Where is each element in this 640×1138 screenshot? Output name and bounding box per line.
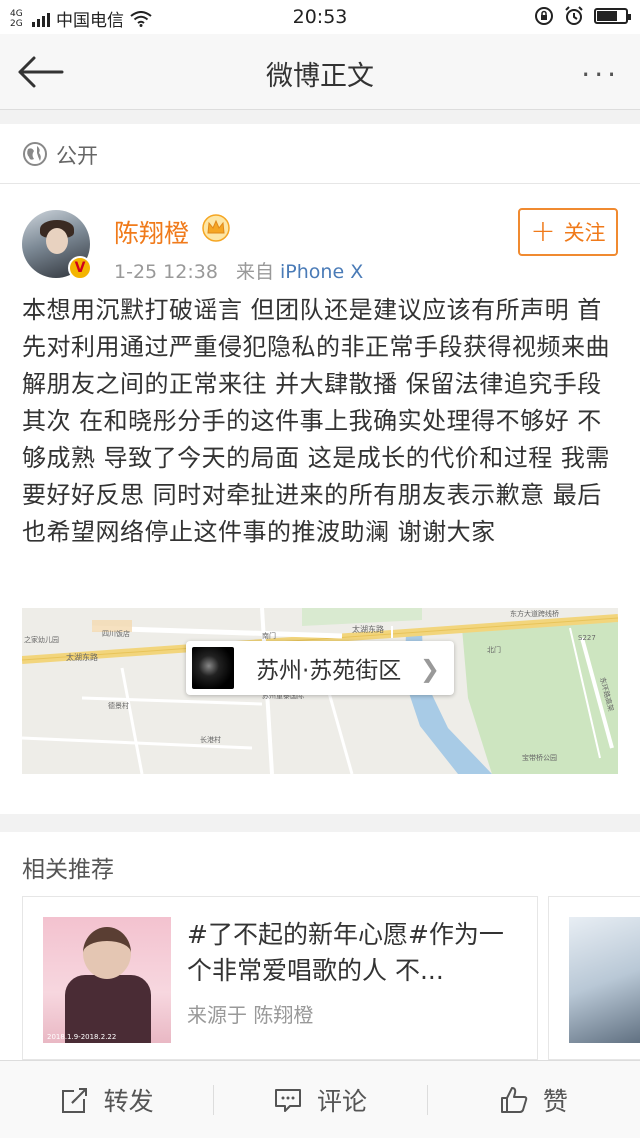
chevron-right-icon: ❯ <box>419 655 440 683</box>
map-label: 德景村 <box>108 701 129 710</box>
map-label: 之家幼儿园 <box>24 635 59 644</box>
location-map[interactable]: 之家幼儿园 四川饭店 太湖东路 太湖东路 东方大道跨线桥 南门 北门 S227 … <box>22 608 618 774</box>
map-park <box>302 608 422 626</box>
like-button[interactable]: 赞 <box>426 1061 640 1138</box>
thumbnail-date: 2018.1.9-2018.2.22 <box>47 1033 117 1041</box>
recommend-thumbnail <box>569 917 640 1043</box>
location-name: 苏州·苏苑街区 <box>256 658 402 684</box>
follow-button[interactable]: + 关注 <box>518 208 618 256</box>
map-label: 宝带桥公园 <box>522 753 557 762</box>
post-meta: 1-25 12:38 来自 iPhone X <box>114 257 363 284</box>
verified-badge-icon: V <box>68 256 92 280</box>
recommend-card[interactable] <box>548 896 640 1060</box>
comment-button[interactable]: 评论 <box>213 1061 426 1138</box>
source-prefix: 来自 <box>235 261 274 283</box>
plus-icon: + <box>530 214 556 249</box>
location-thumbnail <box>192 647 234 689</box>
thumbs-up-icon <box>500 1086 528 1113</box>
comment-icon <box>274 1088 301 1112</box>
map-label: 北门 <box>487 645 501 654</box>
page-title: 微博正文 <box>266 61 374 92</box>
map-label: 太湖东路 <box>66 652 98 662</box>
more-options-icon[interactable]: ··· <box>581 58 620 91</box>
map-label: 南门 <box>262 631 276 640</box>
recommend-thumbnail: 2018.1.9-2018.2.22 <box>43 917 171 1043</box>
status-right <box>534 6 631 26</box>
crown-icon <box>202 214 230 242</box>
map-label: 四川饭店 <box>102 629 130 638</box>
follow-label: 关注 <box>563 221 606 245</box>
recommend-source: 来源于 陈翔橙 <box>187 1003 314 1027</box>
post-text: 本想用沉默打破谣言 但团队还是建议应该有所声明 首先对利用通过严重侵犯隐私的非正… <box>22 296 610 546</box>
nav-bar: 微博正文 ··· <box>0 34 640 110</box>
map-label: 长港村 <box>200 735 221 744</box>
post-username[interactable]: 陈翔橙 <box>114 214 189 250</box>
weibo-post: V 陈翔橙 1-25 12:38 来自 iPhone X + 关注 本想用沉默打… <box>0 184 640 814</box>
lock-rotation-icon <box>535 7 553 25</box>
battery-fill <box>597 11 617 21</box>
map-label: 东方大道跨线桥 <box>510 609 559 618</box>
related-title: 相关推荐 <box>22 857 114 883</box>
map-park <box>462 622 618 774</box>
bottom-action-bar: 转发 评论 赞 <box>0 1060 640 1138</box>
comment-label: 评论 <box>316 1086 367 1116</box>
post-source[interactable]: iPhone X <box>280 261 363 283</box>
location-pill[interactable]: 苏州·苏苑街区 ❯ <box>186 641 454 695</box>
status-bar: 4G 2G 中国电信 20:53 <box>0 0 640 34</box>
repost-button[interactable]: 转发 <box>0 1061 213 1138</box>
repost-label: 转发 <box>103 1086 154 1116</box>
battery-icon <box>594 8 631 24</box>
related-section: 相关推荐 2018.1.9-2018.2.22 #了不起的新年心愿#作为一个非常… <box>0 832 640 1060</box>
alarm-icon <box>565 6 583 25</box>
globe-icon <box>23 142 47 166</box>
recommend-card[interactable]: 2018.1.9-2018.2.22 #了不起的新年心愿#作为一个非常爱唱歌的人… <box>22 896 538 1060</box>
map-label: S227 <box>578 634 596 642</box>
visibility-bar: 公开 <box>0 124 640 184</box>
recommend-text: #了不起的新年心愿#作为一个非常爱唱歌的人 不... <box>187 920 504 985</box>
visibility-label: 公开 <box>56 144 98 168</box>
post-timestamp: 1-25 12:38 <box>114 261 218 283</box>
like-label: 赞 <box>542 1086 568 1116</box>
repost-icon <box>61 1086 88 1113</box>
map-label: 太湖东路 <box>352 624 384 634</box>
